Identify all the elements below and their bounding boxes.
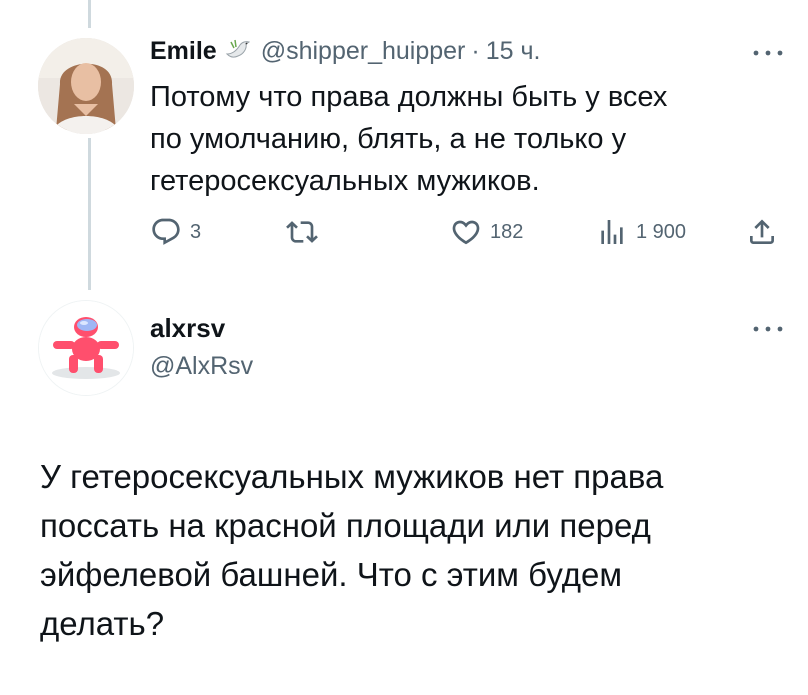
text-line: У гетеросексуальных мужиков нет права: [40, 458, 664, 495]
share-button[interactable]: [746, 214, 778, 250]
like-count: 182: [490, 220, 524, 243]
text-line: поссать на красной площади или перед: [40, 507, 651, 544]
reply-icon: [152, 218, 180, 245]
text-line: делать?: [40, 605, 165, 642]
text-line: Потому что права должны быть у всех: [150, 81, 668, 113]
author-handle[interactable]: @AlxRsv: [150, 352, 253, 381]
retweet-button[interactable]: [286, 214, 326, 250]
avatar-figure-icon: [39, 301, 133, 395]
reply-tweet-header: Emile @shipper_huipper · 15 ч.: [150, 36, 540, 66]
reply-tweet-text: Потому что права должны быть у всех по у…: [150, 76, 770, 202]
retweet-icon: [286, 221, 318, 243]
more-options-icon[interactable]: [750, 322, 786, 336]
dove-icon: [223, 36, 253, 66]
timestamp[interactable]: 15 ч.: [486, 37, 541, 66]
avatar-emile[interactable]: [38, 38, 134, 134]
text-line: эйфелевой башней. Что с этим будем: [40, 556, 623, 593]
separator-dot: ·: [471, 36, 480, 65]
text-line: по умолчанию, блять, а не только у: [150, 123, 627, 155]
author-name[interactable]: Emile: [150, 37, 217, 66]
views-icon: [601, 220, 623, 244]
text-line: гетеросексуальных мужиков.: [150, 165, 540, 197]
views-button[interactable]: 1 900: [596, 214, 686, 250]
share-icon: [750, 219, 774, 244]
more-options-icon[interactable]: [750, 46, 786, 60]
thread-line-connector: [88, 138, 91, 290]
avatar-photo-icon: [38, 38, 134, 134]
heart-icon: [452, 220, 480, 245]
author-name[interactable]: alxrsv: [150, 313, 225, 344]
thread-line-top: [88, 0, 91, 28]
views-count: 1 900: [636, 220, 687, 243]
like-button[interactable]: 182: [450, 214, 523, 250]
author-handle[interactable]: @shipper_huipper: [261, 37, 466, 66]
avatar-alxrsv[interactable]: [38, 300, 134, 396]
main-tweet-text: У гетеросексуальных мужиков нет права по…: [40, 452, 780, 648]
reply-count: 3: [190, 220, 202, 243]
reply-tweet-actions: 3 182 1 900: [150, 214, 790, 250]
reply-button[interactable]: 3: [150, 214, 201, 250]
